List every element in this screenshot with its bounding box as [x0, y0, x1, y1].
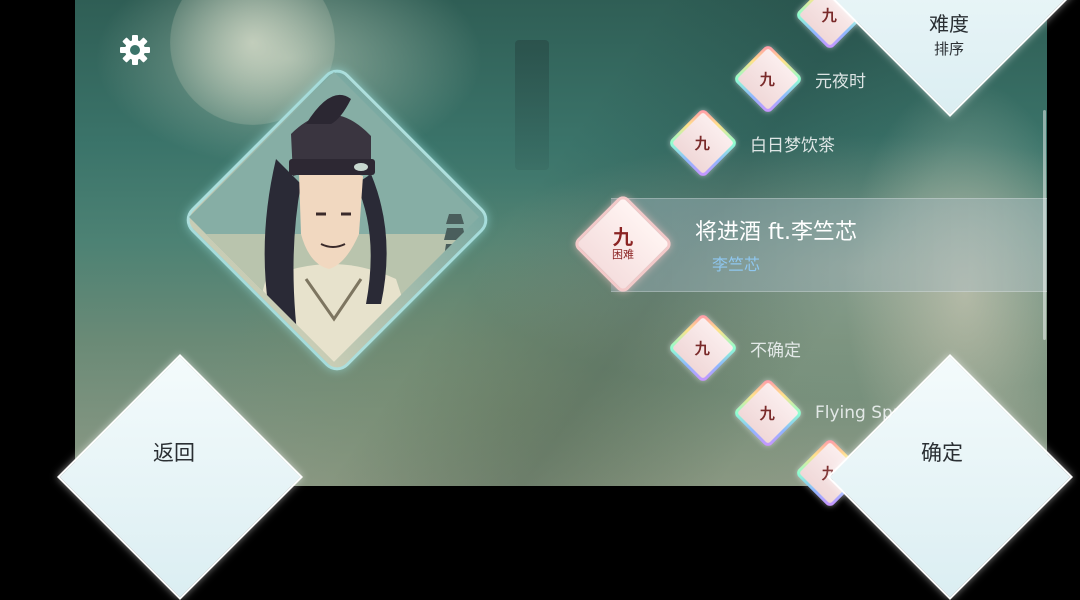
selected-difficulty: 困难 — [612, 248, 634, 261]
selected-song-artist: 李竺芯 — [712, 255, 761, 274]
level-badge: 九 — [667, 312, 739, 384]
level-badge: 九 — [667, 107, 739, 179]
song-list-scrollbar[interactable] — [1043, 110, 1046, 340]
selected-song-title: 将进酒 ft.李竺芯 — [695, 220, 857, 245]
selected-level: 九 — [613, 225, 633, 249]
gear-icon — [120, 35, 150, 65]
character-portrait — [180, 63, 494, 377]
character-artwork — [189, 72, 479, 362]
song-item[interactable]: 九 元夜时 — [732, 43, 866, 115]
settings-button[interactable] — [118, 33, 152, 67]
sort-title: 难度 — [929, 12, 969, 36]
confirm-label: 确定 — [921, 441, 963, 465]
level-badge: 九 — [732, 377, 804, 449]
song-item[interactable]: 九 不确定 — [667, 312, 801, 384]
level-badge: 九 — [732, 43, 804, 115]
song-item[interactable]: 九 白日梦饮茶 — [667, 107, 835, 179]
back-label: 返回 — [153, 441, 195, 465]
sort-subtitle: 排序 — [934, 40, 965, 58]
